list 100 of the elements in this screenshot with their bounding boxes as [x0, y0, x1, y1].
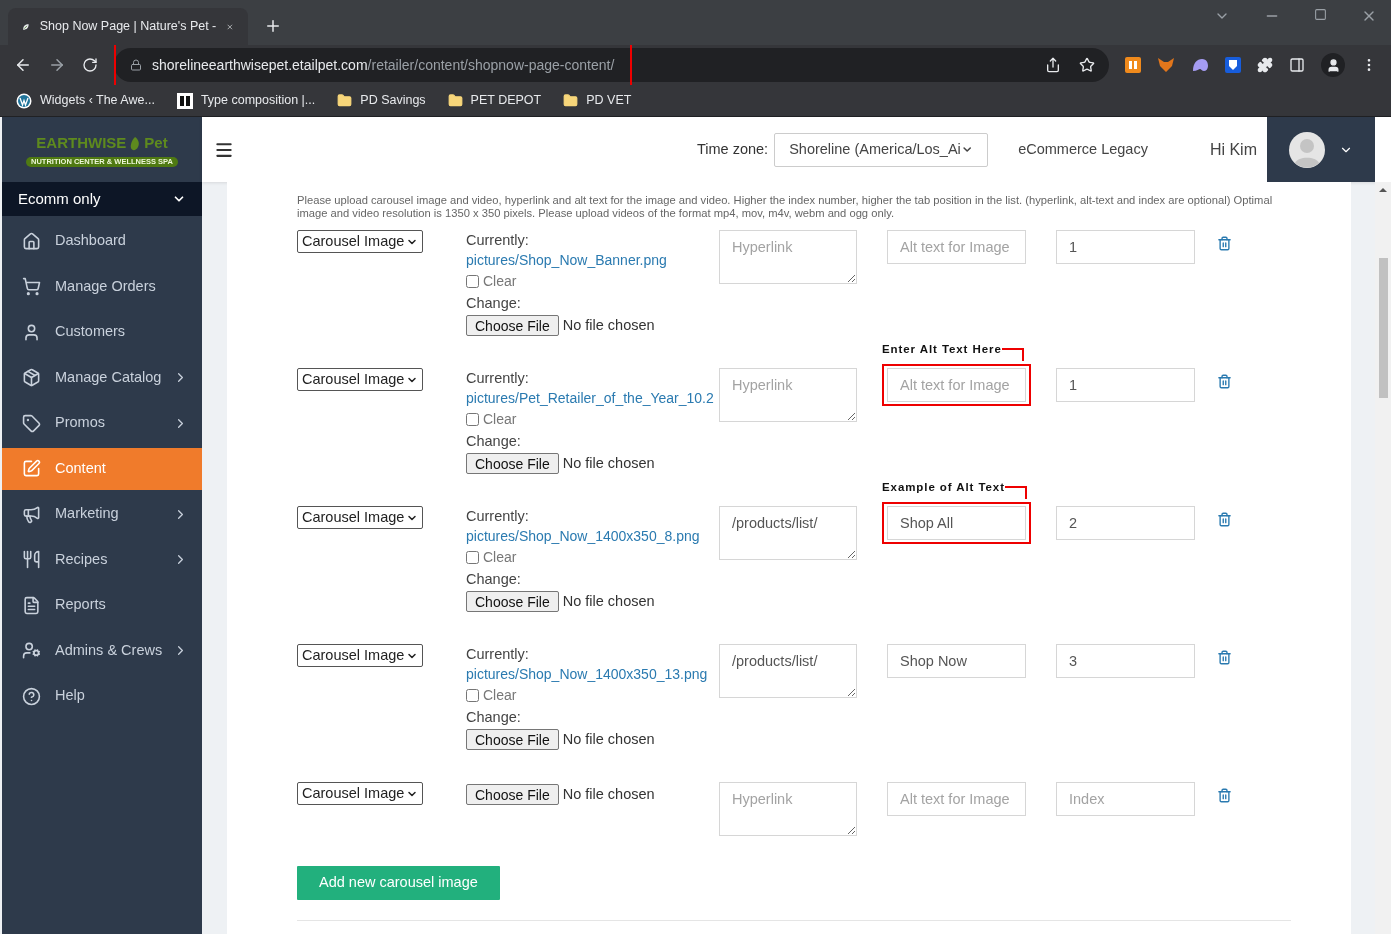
- clear-checkbox[interactable]: [466, 550, 479, 564]
- bookmark[interactable]: PET DEPOT: [439, 88, 550, 113]
- fork-knife-icon: [22, 550, 41, 569]
- sidebar-item[interactable]: Recipes: [2, 538, 202, 581]
- profile-icon[interactable]: [1321, 53, 1345, 77]
- bookmark[interactable]: Widgets ‹ The Awe...: [8, 88, 163, 113]
- checkbox-label: Clear: [483, 548, 517, 567]
- index-field[interactable]: 2: [1056, 506, 1195, 540]
- sidebar-item[interactable]: Customers: [2, 311, 202, 353]
- folder-icon: [563, 93, 579, 108]
- hyperlink-field[interactable]: Hyperlink: [719, 782, 857, 836]
- folder-icon: [337, 93, 353, 108]
- reload-icon[interactable]: [82, 57, 98, 73]
- leader-line: [1004, 486, 1027, 499]
- forward-icon[interactable]: [48, 56, 66, 74]
- clear-checkbox[interactable]: [466, 274, 479, 288]
- sidebar-item[interactable]: Promos: [2, 402, 202, 444]
- annotation-label: Enter Alt Text Here: [882, 342, 1002, 356]
- file-link[interactable]: pictures/Shop_Now_1400x350_13.png: [466, 664, 719, 684]
- hyperlink-field[interactable]: Hyperlink: [719, 368, 857, 422]
- clear-checkbox[interactable]: [466, 412, 479, 426]
- field-label: Change:: [466, 570, 522, 589]
- hyperlink-field[interactable]: /products/list/: [719, 644, 857, 698]
- ghost-icon[interactable]: [1191, 58, 1209, 72]
- sidebar-item[interactable]: Help: [2, 675, 202, 717]
- hyperlink-field[interactable]: Hyperlink: [719, 230, 857, 284]
- browser-tab[interactable]: Shop Now Page | Nature's Pet -: [8, 8, 248, 45]
- field-label: Currently:: [466, 507, 530, 526]
- field-label: Time zone:: [696, 139, 769, 159]
- alt-text-field[interactable]: Alt text for Image: [887, 782, 1026, 816]
- file-status: No file chosen: [562, 592, 655, 611]
- choose-file-button[interactable]: Choose File: [466, 453, 559, 475]
- alt-text-field[interactable]: Alt text for Image: [887, 368, 1026, 402]
- document-icon: [22, 595, 41, 615]
- folder-icon: [447, 93, 463, 108]
- logo-wordmark: Pet: [144, 133, 168, 154]
- annotation-label: Example of Alt Text: [882, 480, 1005, 494]
- back-icon[interactable]: [14, 56, 32, 74]
- bookmark[interactable]: PD VET: [555, 88, 640, 113]
- greeting: Hi Kim: [1209, 139, 1257, 160]
- file-status: No file chosen: [562, 316, 655, 335]
- choose-file-button[interactable]: Choose File: [466, 591, 559, 613]
- sidebar-item[interactable]: Manage Catalog: [2, 356, 202, 399]
- scroll-up-icon[interactable]: [1379, 186, 1387, 194]
- index-field[interactable]: 1: [1056, 368, 1195, 402]
- avatar-icon: [1289, 131, 1325, 168]
- file-link[interactable]: pictures/Pet_Retailer_of_the_Year_10.2: [466, 388, 719, 408]
- choose-file-button[interactable]: Choose File: [466, 315, 559, 337]
- extension-icon[interactable]: [1125, 57, 1141, 73]
- file-status: No file chosen: [562, 730, 655, 749]
- alt-text-field[interactable]: Shop Now: [887, 644, 1026, 678]
- clear-checkbox[interactable]: [466, 688, 479, 702]
- fox-icon[interactable]: [1157, 57, 1175, 73]
- address-bar[interactable]: shorelineearthwisepet.etailpet.com/retailer/content/shopnow-page-content/: [114, 48, 1109, 82]
- maximize-icon[interactable]: [1314, 8, 1327, 21]
- bookmark[interactable]: PD Savings: [329, 88, 434, 113]
- lock-icon: [130, 59, 142, 71]
- url-text: shorelineearthwisepet.etailpet.com/retailer/content/shopnow-page-content/: [152, 55, 615, 75]
- hyperlink-field[interactable]: /products/list/: [719, 506, 857, 560]
- alt-text-field[interactable]: Shop All: [887, 506, 1026, 540]
- index-field[interactable]: 1: [1056, 230, 1195, 264]
- user-menu[interactable]: [1267, 117, 1375, 182]
- sidebar-item[interactable]: Admins & Crews: [2, 629, 202, 672]
- side-panel-icon[interactable]: [1289, 57, 1305, 73]
- file-link[interactable]: pictures/Shop_Now_Banner.png: [466, 250, 719, 270]
- wordpress-icon: [16, 92, 32, 109]
- type-select[interactable]: Carousel Image: [297, 506, 423, 529]
- type-select[interactable]: Carousel Image: [297, 782, 423, 805]
- choose-file-button[interactable]: Choose File: [466, 729, 559, 751]
- box-icon: [22, 368, 41, 387]
- index-field[interactable]: Index: [1056, 782, 1195, 816]
- sidebar-item[interactable]: Dashboard: [2, 220, 202, 262]
- trash-icon[interactable]: [1217, 788, 1232, 803]
- sidebar-item[interactable]: Marketing: [2, 493, 202, 535]
- trash-icon[interactable]: [1217, 650, 1232, 665]
- new-tab-icon[interactable]: [264, 17, 282, 35]
- edit-icon: [22, 459, 41, 478]
- bookmark-star-icon[interactable]: [1079, 57, 1095, 73]
- type-select[interactable]: Carousel Image: [297, 368, 423, 391]
- choose-file-button[interactable]: Choose File: [466, 784, 559, 806]
- help-icon: [22, 686, 41, 706]
- scroll-thumb[interactable]: [1378, 258, 1388, 398]
- extensions-icon[interactable]: [1257, 57, 1273, 73]
- file-link[interactable]: pictures/Shop_Now_1400x350_8.png: [466, 526, 719, 546]
- trash-icon[interactable]: [1217, 374, 1232, 389]
- type-select[interactable]: Carousel Image: [297, 230, 423, 253]
- trash-icon[interactable]: [1217, 512, 1232, 527]
- alt-text-field[interactable]: Alt text for Image: [887, 230, 1026, 264]
- timezone-select[interactable]: Shoreline (America/Los_Ai: [774, 132, 989, 167]
- legacy-link[interactable]: eCommerce Legacy: [1018, 138, 1148, 161]
- bookmark[interactable]: Type composition |...: [168, 88, 324, 113]
- sidebar-item[interactable]: Reports: [2, 584, 202, 626]
- shield-icon[interactable]: [1225, 57, 1241, 73]
- index-field[interactable]: 3: [1056, 644, 1195, 678]
- sidebar-item[interactable]: Manage Orders: [2, 265, 202, 308]
- trash-icon[interactable]: [1217, 236, 1232, 251]
- store-selector[interactable]: Ecomm only: [2, 182, 202, 216]
- megaphone-icon: [22, 504, 41, 524]
- type-select[interactable]: Carousel Image: [297, 644, 423, 667]
- share-icon[interactable]: [1045, 57, 1061, 73]
